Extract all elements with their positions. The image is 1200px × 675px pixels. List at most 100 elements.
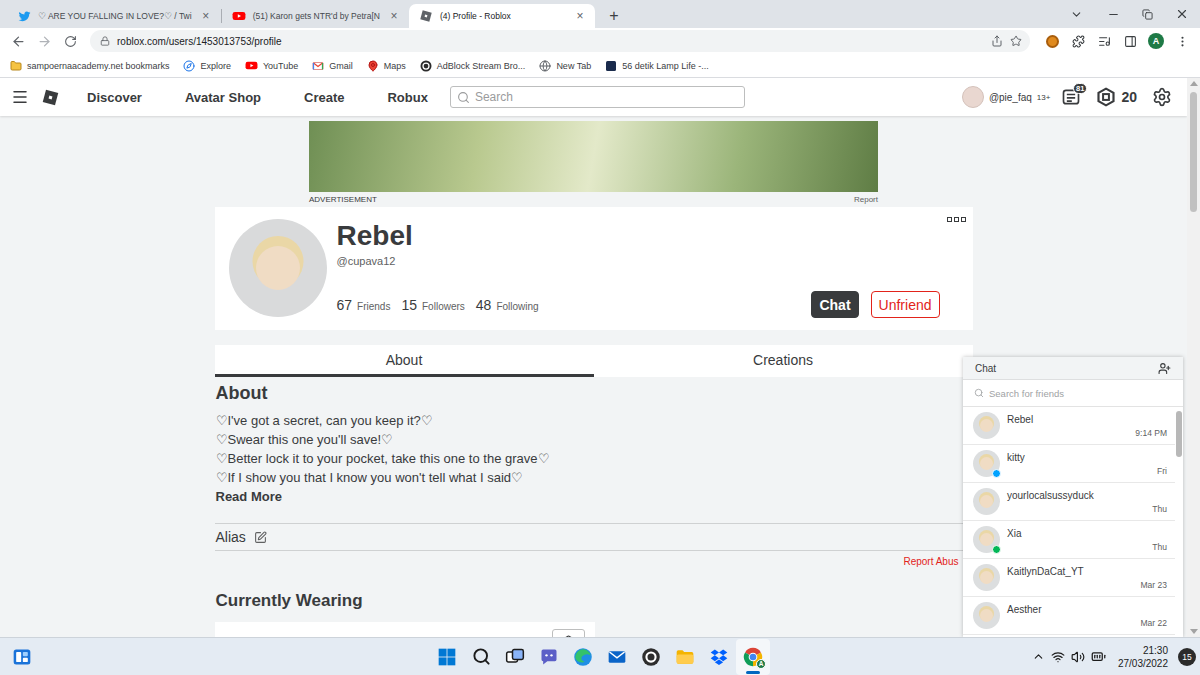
clock[interactable]: 21:3027/03/2022 bbox=[1118, 644, 1168, 670]
avatar-head bbox=[256, 246, 300, 290]
edit-icon[interactable] bbox=[254, 531, 267, 544]
stat[interactable]: 48Following bbox=[476, 297, 539, 313]
volume-status[interactable] bbox=[1071, 650, 1085, 664]
browser-tab[interactable]: ♡ ARE YOU FALLING IN LOVE?♡ / Twi× bbox=[8, 4, 221, 28]
extensions-button[interactable] bbox=[1066, 29, 1090, 53]
scroll-thumb[interactable] bbox=[1190, 92, 1197, 212]
profile-tab[interactable]: About bbox=[215, 345, 594, 377]
taskbar-app[interactable] bbox=[430, 639, 464, 675]
friend-row[interactable]: KaitlynDaCat_YTMar 23 bbox=[963, 559, 1175, 597]
new-tab-button[interactable]: + bbox=[601, 4, 627, 28]
friend-text: XiaThu bbox=[1007, 528, 1167, 552]
unfriend-button[interactable]: Unfriend bbox=[871, 291, 940, 318]
bookmark[interactable]: Explore bbox=[183, 60, 231, 72]
site-header: Discover Avatar Shop Create Robux Search @pie… bbox=[0, 78, 1187, 116]
more-button[interactable] bbox=[947, 217, 966, 222]
bookmark[interactable]: Maps bbox=[367, 60, 406, 72]
close-window-button[interactable] bbox=[1164, 0, 1200, 28]
ad-report-link[interactable]: Report bbox=[854, 194, 878, 206]
nav-item[interactable]: Discover bbox=[87, 90, 142, 105]
view-toggle-button[interactable] bbox=[552, 629, 585, 637]
scroll-up-arrow[interactable] bbox=[1190, 81, 1198, 86]
taskbar-app[interactable] bbox=[532, 639, 566, 675]
taskbar-app[interactable] bbox=[600, 639, 634, 675]
friend-row[interactable]: XiaThu bbox=[963, 521, 1175, 559]
bookmark[interactable]: Gmail bbox=[312, 60, 353, 72]
taskbar-app[interactable] bbox=[498, 639, 532, 675]
tab-close-button[interactable]: × bbox=[199, 10, 213, 22]
browser-tab[interactable]: (51) Karon gets NTR'd by Petra[N× bbox=[222, 4, 409, 28]
report-abuse-link[interactable]: Report Abus bbox=[903, 555, 958, 569]
tab-close-button[interactable]: × bbox=[573, 10, 587, 22]
back-button[interactable] bbox=[6, 29, 30, 53]
media-button[interactable] bbox=[1092, 29, 1116, 53]
chat-scrollbar[interactable] bbox=[1175, 407, 1183, 637]
bookmark[interactable]: AdBlock Stream Bro... bbox=[420, 60, 526, 72]
taskbar-app[interactable] bbox=[464, 639, 498, 675]
menu-button[interactable] bbox=[1170, 29, 1194, 53]
chat-scroll-thumb[interactable] bbox=[1176, 411, 1182, 457]
bookmark[interactable]: New Tab bbox=[539, 60, 591, 72]
bookmark[interactable]: 56 detik Lamp Life -... bbox=[605, 60, 709, 72]
tray-overflow[interactable] bbox=[1032, 650, 1045, 663]
settings-button[interactable] bbox=[1152, 87, 1172, 107]
dropbox-icon bbox=[709, 647, 729, 667]
taskbar-app[interactable] bbox=[634, 639, 668, 675]
header-username[interactable]: @pie_faq bbox=[989, 92, 1032, 103]
notification-badge[interactable]: 15 bbox=[1178, 648, 1196, 666]
robux-button[interactable] bbox=[1096, 87, 1116, 107]
nav-item[interactable]: Avatar Shop bbox=[185, 90, 261, 105]
extension-button[interactable] bbox=[1040, 29, 1064, 53]
profile-tab[interactable]: Creations bbox=[594, 345, 973, 377]
friend-row[interactable]: yourlocalsussyduckThu bbox=[963, 483, 1175, 521]
forward-button[interactable] bbox=[32, 29, 56, 53]
minimize-button[interactable] bbox=[1096, 0, 1130, 28]
taskbar-app[interactable] bbox=[668, 639, 702, 675]
site-search[interactable]: Search bbox=[450, 86, 745, 108]
notifications-badge: 81 bbox=[1073, 83, 1087, 94]
stat[interactable]: 67Friends bbox=[337, 297, 391, 313]
page-scrollbar[interactable] bbox=[1187, 78, 1200, 637]
bookmark[interactable]: YouTube bbox=[245, 59, 298, 72]
read-more-link[interactable]: Read More bbox=[216, 487, 973, 506]
friend-row[interactable]: Rebel9:14 PM bbox=[963, 407, 1175, 445]
stat[interactable]: 15Followers bbox=[401, 297, 464, 313]
hamburger-button[interactable] bbox=[11, 88, 29, 106]
scroll-down-arrow[interactable] bbox=[1190, 629, 1198, 634]
reload-button[interactable] bbox=[58, 29, 82, 53]
header-avatar[interactable] bbox=[962, 86, 984, 108]
taskbar-app[interactable]: A bbox=[736, 639, 770, 675]
star-icon[interactable] bbox=[1010, 35, 1022, 47]
minimize-icon bbox=[1107, 8, 1120, 21]
chat-search[interactable]: Search for friends bbox=[963, 380, 1183, 407]
ad-banner[interactable] bbox=[309, 121, 878, 192]
nav-item[interactable]: Create bbox=[304, 90, 344, 105]
page-region: Discover Avatar Shop Create Robux Search @pie… bbox=[0, 78, 1200, 637]
chat-button[interactable]: Chat bbox=[811, 291, 858, 318]
friend-row[interactable]: AestherMar 22 bbox=[963, 597, 1175, 635]
battery-status[interactable] bbox=[1091, 649, 1106, 664]
roblox-logo[interactable] bbox=[41, 88, 60, 107]
friend-name: KaitlynDaCat_YT bbox=[1007, 566, 1167, 577]
notifications-button[interactable]: 81 bbox=[1061, 87, 1081, 107]
profile-button[interactable]: A bbox=[1144, 29, 1168, 53]
restore-button[interactable] bbox=[1130, 0, 1164, 28]
widgets-icon[interactable] bbox=[12, 647, 32, 667]
browser-tab[interactable]: (4) Profile - Roblox× bbox=[409, 4, 595, 28]
about-heading: About bbox=[215, 381, 973, 405]
friend-row[interactable]: kittyFri bbox=[963, 445, 1175, 483]
tab-search-button[interactable] bbox=[1056, 0, 1096, 28]
taskbar-app[interactable] bbox=[566, 639, 600, 675]
bookmark[interactable]: sampoernaacademy.net bookmarks bbox=[10, 60, 169, 72]
share-icon[interactable] bbox=[991, 35, 1003, 47]
chat-header[interactable]: Chat bbox=[963, 357, 1183, 380]
side-panel-button[interactable] bbox=[1118, 29, 1142, 53]
add-friends-icon[interactable] bbox=[1158, 362, 1171, 375]
taskbar-app[interactable] bbox=[702, 639, 736, 675]
profile-card: Rebel@cupava1267Friends15Followers48Foll… bbox=[215, 207, 973, 330]
address-bar[interactable]: roblox.com/users/1453013753/profile bbox=[90, 30, 1030, 52]
wifi-status[interactable] bbox=[1051, 650, 1065, 664]
tab-close-button[interactable]: × bbox=[387, 10, 401, 22]
search-icon bbox=[472, 647, 491, 666]
nav-item[interactable]: Robux bbox=[387, 90, 427, 105]
